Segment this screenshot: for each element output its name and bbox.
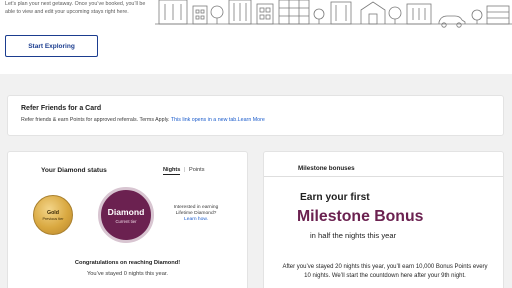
refer-friends-description: Refer friends & earn Points for approved…: [21, 117, 265, 123]
current-tier-badge: Diamond Current tier: [98, 187, 154, 243]
congrats-message: Congratulations on reaching Diamond!: [74, 260, 181, 266]
milestone-earn-heading: Earn your first: [300, 192, 370, 203]
milestone-subheading: in half the nights this year: [310, 231, 397, 240]
refer-friends-text: Refer friends & earn Points for approved…: [21, 117, 170, 123]
nights-toggle-option[interactable]: Nights: [163, 167, 181, 175]
milestone-bonuses-card: Milestone bonuses Earn your first Milest…: [263, 151, 504, 288]
refer-friends-card: Refer Friends for a Card Refer friends &…: [7, 95, 504, 136]
milestone-bonus-heading: Milestone Bonus: [297, 208, 424, 225]
nights-stayed-text: You’ve stayed 0 nights this year.: [86, 271, 169, 277]
current-tier-name: Diamond: [107, 206, 145, 217]
previous-tier-label: Previous tier: [42, 216, 64, 221]
upcoming-stays-panel: Let’s plan your next getaway. Once you’v…: [0, 0, 512, 74]
milestone-divider: [264, 176, 503, 177]
toggle-separator: |: [183, 167, 186, 173]
current-tier-label: Current tier: [115, 218, 137, 224]
refer-friends-title: Refer Friends for a Card: [21, 105, 102, 112]
points-toggle-option[interactable]: Points: [189, 167, 205, 173]
lifetime-diamond-prompt: Interested in earning Lifetime Diamond? …: [163, 205, 229, 224]
previous-tier-name: Gold: [46, 209, 60, 216]
refer-learn-more-link[interactable]: This link opens in a new tab.Learn More: [171, 117, 265, 123]
nights-points-toggle: Nights | Points: [163, 167, 205, 175]
start-exploring-button[interactable]: Start Exploring: [5, 35, 98, 57]
city-skyline-illustration: [155, 0, 512, 28]
milestone-header: Milestone bonuses: [298, 165, 355, 172]
status-title: Your Diamond status: [41, 167, 107, 174]
milestone-description: After you’ve stayed 20 nights this year,…: [282, 264, 488, 279]
previous-tier-badge: Gold Previous tier: [33, 195, 73, 235]
learn-how-link[interactable]: Learn how.: [163, 217, 229, 223]
upcoming-stays-intro: Let’s plan your next getaway. Once you’v…: [5, 1, 146, 15]
